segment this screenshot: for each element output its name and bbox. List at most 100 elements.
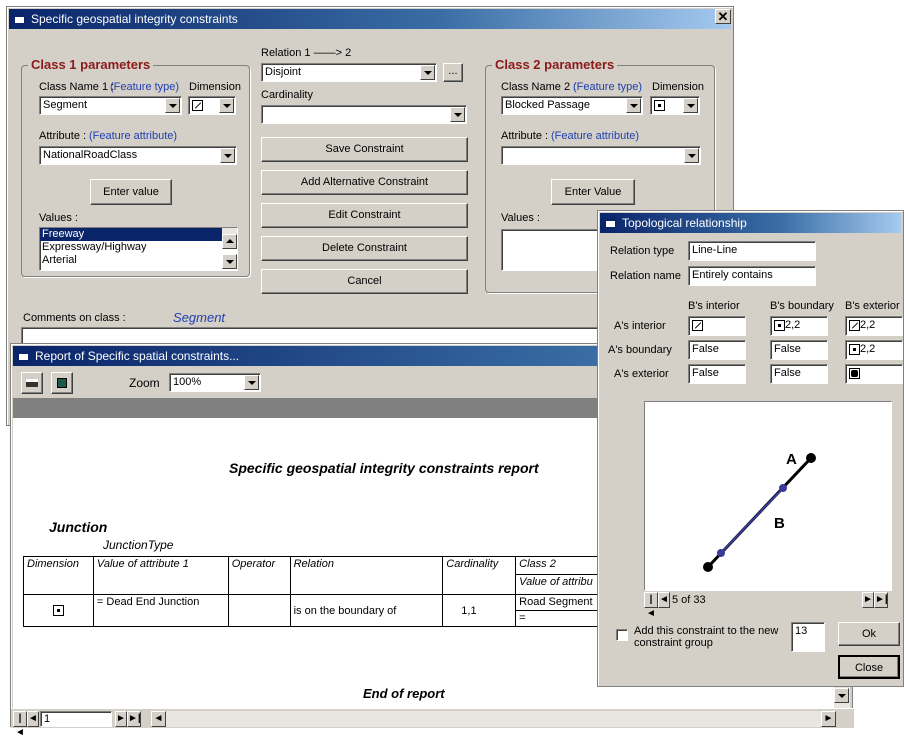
class2-feature-attribute-label: (Feature attribute) [551,130,640,142]
edit-constraint-button[interactable]: Edit Constraint [261,203,468,228]
chevron-down-icon[interactable] [219,98,234,113]
add-alternative-constraint-button[interactable]: Add Alternative Constraint [261,170,468,195]
prev-page-button[interactable]: ◄ [27,711,39,727]
class2-attribute-select[interactable] [501,146,701,165]
close-button[interactable]: Close [838,655,900,679]
export-button[interactable] [51,372,73,394]
first-page-button[interactable]: |◄ [13,711,27,738]
matrix-col-header: B's interior [688,300,740,312]
matrix-cell[interactable]: 2,2 [845,316,903,336]
area-dimension-icon [849,367,860,379]
scroll-right-icon[interactable]: ► [821,711,836,727]
scroll-up-icon[interactable] [222,234,237,249]
chevron-down-icon[interactable] [683,98,698,113]
relation-more-button[interactable]: ... [443,63,463,82]
matrix-cell[interactable] [688,316,746,336]
class1-enter-value-button[interactable]: Enter value [90,179,172,205]
matrix-cell[interactable]: 2,2 [770,316,828,336]
add-to-group-label-2: constraint group [634,637,713,649]
label-b: B [774,515,785,532]
comments-label: Comments on class : [23,312,126,324]
prev-record-button[interactable]: ◄ [658,592,670,608]
matrix-cell[interactable] [845,364,903,384]
ok-button[interactable]: Ok [838,622,900,646]
topological-window-icon [605,218,616,228]
page-number-field[interactable]: 1 [40,711,112,727]
table-cell-operator [227,594,291,627]
class1-attribute-select[interactable]: NationalRoadClass [39,146,237,165]
last-page-button[interactable]: ►| [127,711,141,727]
report-table: Dimension Value of attribute 1 Operator … [23,556,623,627]
save-constraint-button[interactable]: Save Constraint [261,137,468,162]
next-record-button[interactable]: ► [862,592,874,608]
matrix-cell[interactable]: False [770,340,828,360]
add-to-group-checkbox[interactable] [616,629,628,641]
list-item[interactable]: Expressway/Highway [40,241,237,254]
table-header: Value of attribute 1 [92,556,229,595]
table-header: Operator [227,556,291,595]
list-item[interactable]: Freeway [40,228,222,241]
chevron-down-icon[interactable] [626,98,641,113]
line-dimension-icon [192,99,203,111]
class1-attribute-label: Attribute : [39,130,87,142]
cancel-button[interactable]: Cancel [261,269,468,294]
matrix-cell[interactable]: False [688,364,746,384]
report-section-heading: Junction [49,519,108,535]
main-window-title: Specific geospatial integrity constraint… [31,12,238,26]
class2-enter-value-button[interactable]: Enter Value [551,179,635,205]
label-a: A [786,451,797,468]
matrix-cell[interactable]: False [770,364,828,384]
point-dimension-icon [774,319,785,331]
class1-dimension-select[interactable] [188,96,236,115]
relation-name-label: Relation name [610,270,681,282]
point-dimension-icon [849,343,860,355]
class1-values-list[interactable]: Freeway Expressway/Highway Arterial [39,227,238,271]
chevron-down-icon[interactable] [420,65,435,80]
line-b-start-point [717,549,725,557]
chevron-down-icon[interactable] [244,375,259,390]
matrix-cell[interactable]: 2,2 [845,340,903,360]
line-a-start-point [703,562,713,572]
next-page-button[interactable]: ► [115,711,127,727]
class1-name-select[interactable]: Segment [39,96,182,115]
report-title: Specific geospatial integrity constraint… [229,460,539,476]
relation-type-field[interactable]: Line-Line [688,241,816,261]
matrix-cell-value: 2,2 [860,319,876,331]
table-header: Relation [289,556,444,595]
matrix-row-header: A's exterior [614,368,669,380]
list-item[interactable]: Arterial [40,254,237,267]
delete-constraint-button[interactable]: Delete Constraint [261,236,468,261]
first-record-button[interactable]: |◄ [644,592,658,619]
relation-select[interactable]: Disjoint [261,63,437,82]
relation-name-field[interactable]: Entirely contains [688,266,816,286]
scroll-down-icon[interactable] [834,688,849,703]
class2-dimension-select[interactable] [650,96,700,115]
cardinality-select[interactable] [261,105,467,124]
horizontal-scrollbar[interactable]: ◄ ► [151,711,836,727]
chevron-down-icon[interactable] [220,148,235,163]
add-to-group-label: Add this constraint to the new [634,625,779,637]
report-end-text: End of report [363,686,445,701]
zoom-select[interactable]: 100% [169,373,261,392]
last-record-button[interactable]: ►| [874,592,888,608]
values-scrollbar[interactable] [222,228,237,269]
relation-diagram: A B [644,401,892,591]
chevron-down-icon[interactable] [450,107,465,122]
scroll-left-icon[interactable]: ◄ [151,711,166,727]
report-vertical-scrollbar[interactable] [834,684,850,708]
line-dimension-icon [849,319,860,331]
scroll-down-icon[interactable] [222,254,237,269]
group-number-field[interactable]: 13 [791,622,825,652]
line-dimension-icon [692,319,703,331]
class2-feature-type-label: (Feature type) [573,81,643,93]
chevron-down-icon[interactable] [165,98,180,113]
main-window-titlebar[interactable]: Specific geospatial integrity constraint… [9,9,731,29]
topological-window-titlebar[interactable]: Topological relationship [600,213,901,233]
window-icon [14,14,25,24]
class2-name-select[interactable]: Blocked Passage [501,96,643,115]
close-icon[interactable]: ✕ [715,9,731,24]
matrix-cell-value: 2,2 [785,319,801,331]
print-button[interactable] [21,372,43,394]
chevron-down-icon[interactable] [684,148,699,163]
matrix-cell[interactable]: False [688,340,746,360]
